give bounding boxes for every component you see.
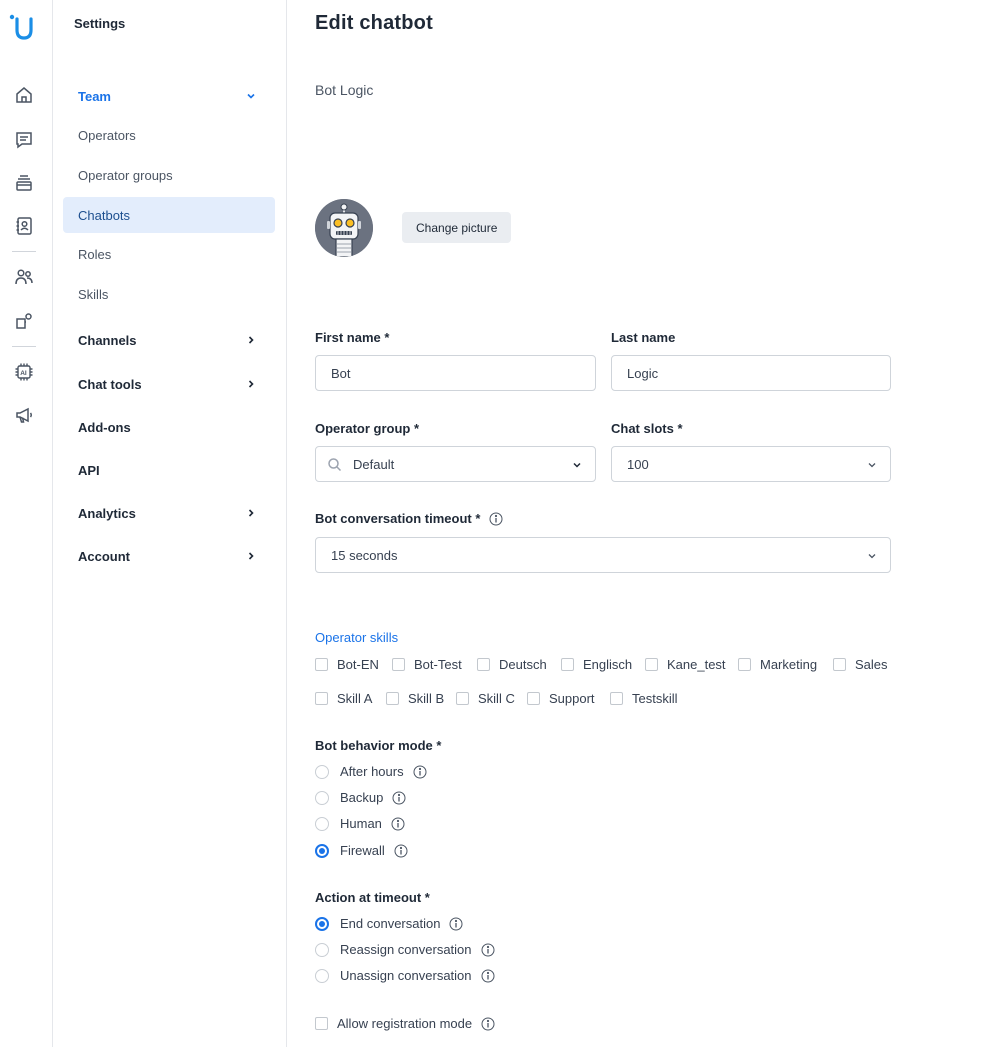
apps-icon[interactable] (13, 310, 35, 332)
skill-checkbox[interactable]: Skill A (315, 691, 372, 706)
operator-group-value: Default (353, 457, 395, 472)
home-icon[interactable] (13, 84, 35, 106)
info-icon[interactable] (481, 969, 495, 983)
bot-name-subtitle: Bot Logic (315, 82, 374, 98)
behavior-radio-firewall[interactable]: Firewall (315, 843, 408, 858)
app-logo-icon[interactable] (8, 12, 36, 42)
sidebar-title: Settings (74, 16, 126, 31)
chat-slots-label: Chat slots * (611, 421, 683, 436)
action-radio-unassign[interactable]: Unassign conversation (315, 968, 495, 983)
chat-slots-select[interactable]: 100 (611, 446, 891, 482)
info-icon[interactable] (394, 844, 408, 858)
info-icon[interactable] (391, 817, 405, 831)
chevron-down-icon (247, 93, 255, 99)
operator-group-label: Operator group * (315, 421, 420, 436)
skill-checkbox[interactable]: Sales (833, 657, 888, 672)
info-icon[interactable] (481, 1017, 495, 1031)
chevron-right-icon (248, 380, 254, 388)
skill-checkbox[interactable]: Bot-EN (315, 657, 379, 672)
info-icon[interactable] (481, 943, 495, 957)
skill-checkbox[interactable]: Skill C (456, 691, 515, 706)
sidebar-item-chatbots[interactable]: Chatbots (63, 197, 275, 233)
first-name-input[interactable] (315, 355, 596, 391)
behavior-mode-label: Bot behavior mode * (315, 738, 442, 753)
ai-chip-icon[interactable]: AI (13, 361, 35, 383)
operator-group-select[interactable]: Default (315, 446, 596, 482)
chevron-right-icon (248, 336, 254, 344)
sidebar-item-operators[interactable]: Operators (63, 117, 275, 153)
skill-checkbox[interactable]: Support (527, 691, 595, 706)
page-title: Edit chatbot (315, 12, 433, 34)
chevron-right-icon (248, 552, 254, 560)
chevron-down-icon (573, 462, 581, 468)
skill-checkbox[interactable]: Kane_test (645, 657, 726, 672)
sidebar-group-channels[interactable]: Channels (63, 322, 275, 358)
timeout-select[interactable]: 15 seconds (315, 537, 891, 573)
change-picture-button[interactable]: Change picture (402, 212, 512, 243)
allow-registration-checkbox[interactable]: Allow registration mode (315, 1016, 495, 1031)
chevron-down-icon (868, 463, 876, 468)
timeout-label-row: Bot conversation timeout * (315, 511, 503, 526)
chevron-down-icon (868, 554, 876, 559)
robot-icon (315, 199, 373, 257)
action-radio-reassign[interactable]: Reassign conversation (315, 942, 495, 957)
skill-checkbox[interactable]: Deutsch (477, 657, 547, 672)
behavior-radio-after-hours[interactable]: After hours (315, 764, 427, 779)
skill-checkbox[interactable]: Testskill (610, 691, 678, 706)
svg-text:AI: AI (20, 370, 27, 377)
sidebar-group-team[interactable]: Team (63, 78, 275, 114)
contacts-icon[interactable] (13, 215, 35, 237)
last-name-label: Last name (611, 330, 676, 345)
action-timeout-label: Action at timeout * (315, 890, 430, 905)
timeout-value: 15 seconds (331, 548, 398, 563)
sidebar-group-analytics[interactable]: Analytics (63, 495, 275, 531)
sidebar-item-roles[interactable]: Roles (63, 236, 275, 272)
sidebar-group-api[interactable]: API (63, 452, 275, 488)
search-icon (328, 458, 342, 472)
settings-sidebar: Settings Team Operators Operator groups … (53, 0, 287, 1047)
sidebar-item-operator-groups[interactable]: Operator groups (63, 157, 275, 193)
skill-checkbox[interactable]: Skill B (386, 691, 444, 706)
sidebar-group-label: Team (78, 88, 111, 104)
megaphone-icon[interactable] (13, 404, 35, 426)
info-icon[interactable] (392, 791, 406, 805)
bot-avatar (315, 199, 373, 257)
action-radio-end[interactable]: End conversation (315, 916, 463, 931)
last-name-input[interactable] (611, 355, 891, 391)
skill-checkbox[interactable]: Englisch (561, 657, 632, 672)
chat-icon[interactable] (13, 129, 35, 151)
skill-checkbox[interactable]: Bot-Test (392, 657, 462, 672)
icon-rail: AI (0, 0, 53, 1047)
edit-chatbot-form: Edit chatbot Bot Logic Change picture Fi… (287, 0, 989, 1047)
behavior-radio-backup[interactable]: Backup (315, 790, 406, 805)
info-icon[interactable] (413, 765, 427, 779)
chat-slots-value: 100 (627, 457, 649, 472)
inbox-icon[interactable] (13, 172, 35, 194)
skill-checkbox[interactable]: Marketing (738, 657, 817, 672)
sidebar-group-account[interactable]: Account (63, 538, 275, 574)
sidebar-group-chat-tools[interactable]: Chat tools (63, 366, 275, 402)
chevron-right-icon (248, 509, 254, 517)
timeout-label: Bot conversation timeout * (315, 511, 481, 526)
team-icon[interactable] (13, 266, 35, 288)
sidebar-group-add-ons[interactable]: Add-ons (63, 409, 275, 445)
behavior-radio-human[interactable]: Human (315, 816, 405, 831)
sidebar-item-skills[interactable]: Skills (63, 276, 275, 312)
operator-skills-label[interactable]: Operator skills (315, 630, 398, 645)
info-icon[interactable] (449, 917, 463, 931)
first-name-label: First name * (315, 330, 390, 345)
info-icon[interactable] (489, 512, 503, 526)
